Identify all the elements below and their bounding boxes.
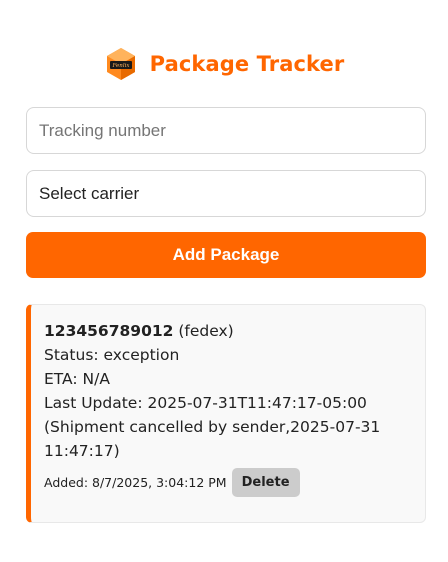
package-eta: ETA: N/A bbox=[44, 370, 110, 388]
added-row: Added: 8/7/2025, 3:04:12 PM Delete bbox=[44, 468, 409, 497]
package-title-line: 123456789012 (fedex) bbox=[44, 319, 409, 343]
delete-button[interactable]: Delete bbox=[231, 468, 300, 497]
tracking-number: 123456789012 bbox=[44, 322, 174, 340]
carrier-select[interactable]: Select carrier bbox=[26, 170, 426, 217]
tracking-number-input[interactable] bbox=[26, 107, 426, 154]
add-package-button[interactable]: Add Package bbox=[26, 232, 426, 278]
box-logo-icon: Fenlix bbox=[104, 47, 138, 81]
svg-text:Fenlix: Fenlix bbox=[111, 63, 130, 69]
app-title: Package Tracker bbox=[149, 52, 345, 76]
app-header: Fenlix Package Tracker bbox=[0, 46, 448, 82]
package-added-time: Added: 8/7/2025, 3:04:12 PM bbox=[44, 475, 227, 490]
package-last-update: Last Update: 2025-07-31T11:47:17-05:00 bbox=[44, 394, 367, 412]
package-detail: (Shipment cancelled by sender,2025-07-31… bbox=[44, 418, 381, 460]
carrier-name: (fedex) bbox=[178, 322, 234, 340]
package-status: Status: exception bbox=[44, 346, 180, 364]
package-card: 123456789012 (fedex) Status: exception E… bbox=[26, 304, 426, 523]
